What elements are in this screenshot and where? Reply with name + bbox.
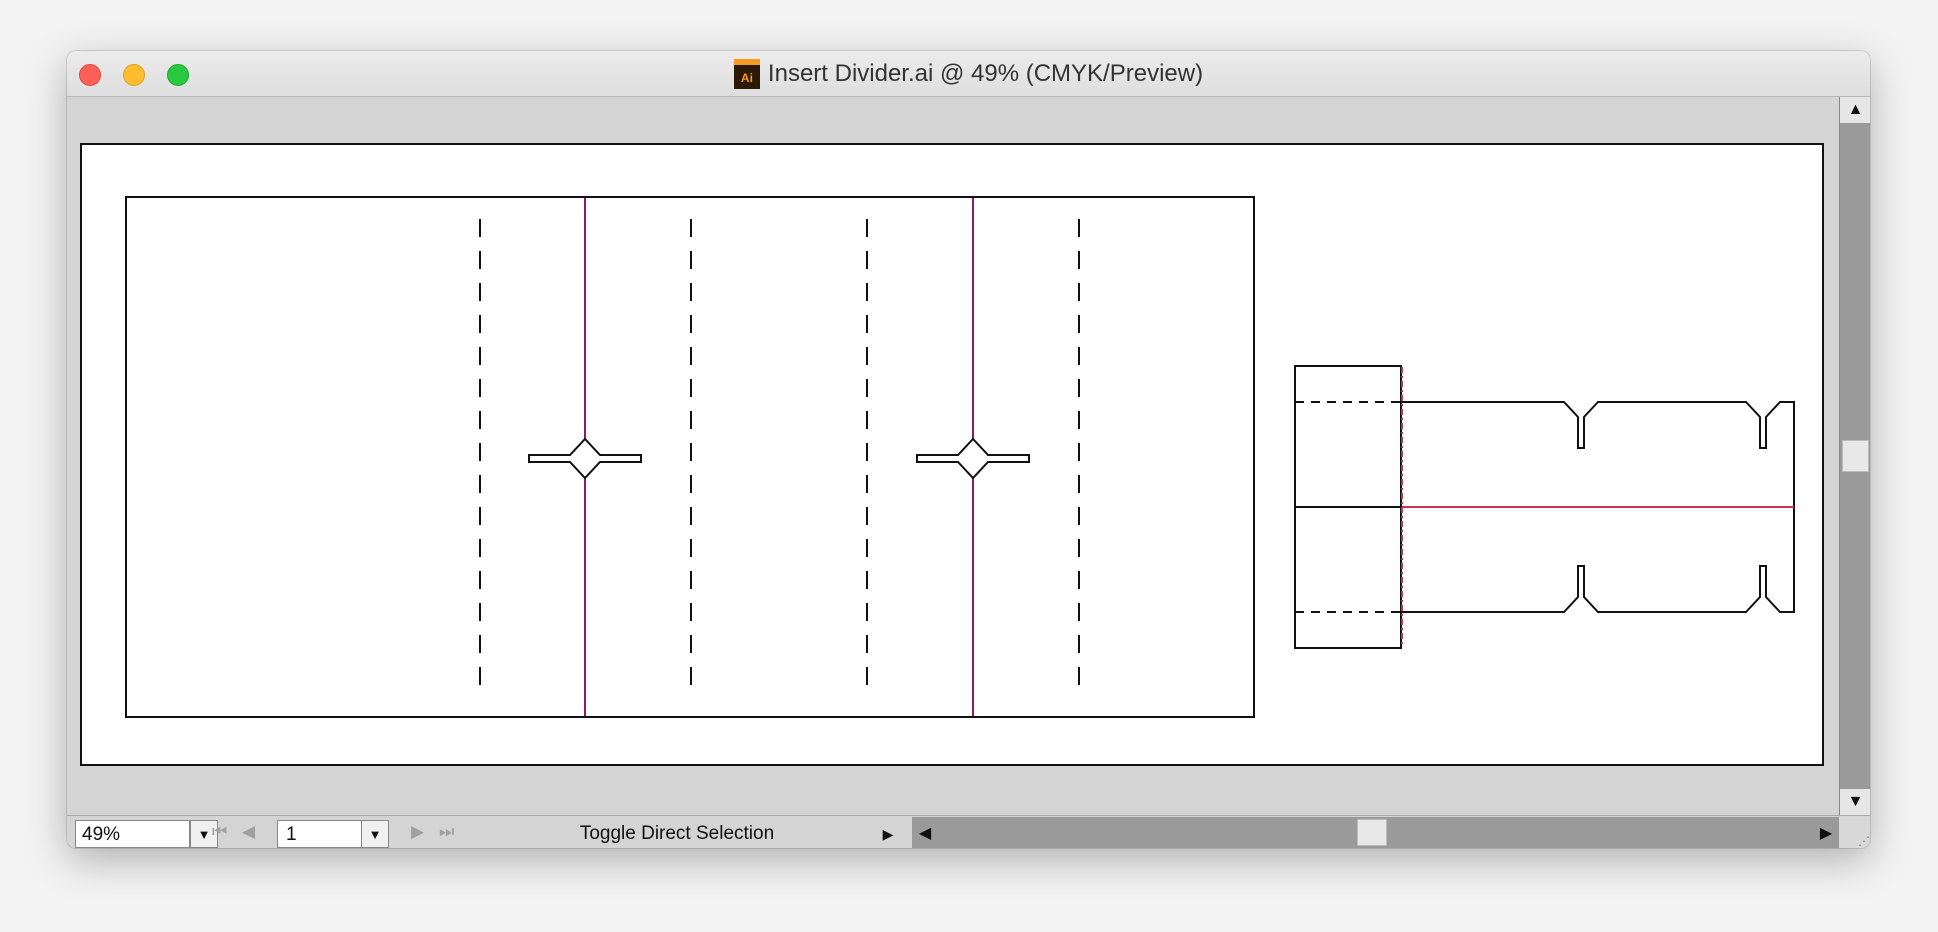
status-bar: 49% ▼ ⏮ ◀ 1 ▼ ▶ ⏭ Toggle Direct Selectio… bbox=[67, 815, 1870, 848]
resize-grip-icon[interactable]: ⋰ bbox=[1839, 817, 1870, 848]
vertical-scroll-thumb[interactable] bbox=[1842, 440, 1869, 472]
vertical-scrollbar[interactable]: ▲ ▼ bbox=[1839, 97, 1870, 815]
scroll-down-icon[interactable]: ▼ bbox=[1840, 789, 1870, 815]
chevron-down-icon: ▼ bbox=[197, 826, 211, 842]
fold-lines bbox=[584, 198, 974, 716]
insert-piece[interactable] bbox=[1294, 365, 1795, 649]
first-page-icon[interactable]: ⏮ bbox=[212, 822, 227, 842]
artwork[interactable] bbox=[82, 145, 1826, 768]
title-bar[interactable]: Ai Insert Divider.ai @ 49% (CMYK/Preview… bbox=[67, 51, 1870, 97]
slot-cutout[interactable] bbox=[528, 437, 642, 480]
last-page-icon[interactable]: ⏭ bbox=[439, 822, 454, 842]
horizontal-scrollbar[interactable]: ◀ ▶ bbox=[912, 817, 1839, 848]
triangle-right-icon[interactable]: ▶ bbox=[877, 820, 899, 848]
window-title: Insert Divider.ai @ 49% (CMYK/Preview) bbox=[767, 59, 1204, 87]
page-input[interactable]: 1 bbox=[277, 820, 362, 848]
page-dropdown-button[interactable]: ▼ bbox=[361, 820, 389, 848]
horizontal-scroll-thumb[interactable] bbox=[1357, 819, 1387, 846]
document-window: Ai Insert Divider.ai @ 49% (CMYK/Preview… bbox=[67, 51, 1870, 848]
illustrator-doc-icon: Ai bbox=[733, 58, 760, 89]
status-text[interactable]: Toggle Direct Selection bbox=[477, 820, 877, 848]
scroll-left-icon[interactable]: ◀ bbox=[912, 817, 938, 848]
scroll-up-icon[interactable]: ▲ bbox=[1840, 97, 1870, 123]
slot-cutout[interactable] bbox=[916, 437, 1030, 480]
artboard[interactable] bbox=[80, 143, 1824, 766]
title-group: Ai Insert Divider.ai @ 49% (CMYK/Preview… bbox=[67, 51, 1870, 96]
next-page-icon[interactable]: ▶ bbox=[411, 822, 424, 842]
zoom-input[interactable]: 49% bbox=[75, 820, 190, 848]
canvas-area[interactable] bbox=[67, 97, 1839, 848]
prev-page-icon[interactable]: ◀ bbox=[242, 822, 255, 842]
scroll-right-icon[interactable]: ▶ bbox=[1813, 817, 1839, 848]
chevron-down-icon: ▼ bbox=[368, 826, 382, 842]
doc-icon-label: Ai bbox=[740, 70, 753, 85]
